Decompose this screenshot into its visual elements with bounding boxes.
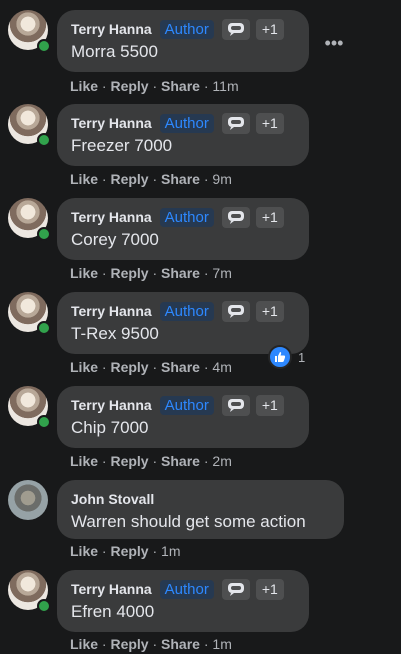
comment-actions: Like · Reply · Share · 2m: [70, 453, 232, 469]
comment-bubble: Terry Hanna Author +1 Efren 4000: [57, 570, 309, 632]
reply-button[interactable]: Reply: [110, 78, 148, 94]
like-button[interactable]: Like: [70, 543, 98, 559]
comment-actions: Like · Reply · Share · 7m: [70, 265, 232, 281]
reaction-summary[interactable]: 1: [268, 345, 305, 369]
commenter-name[interactable]: Terry Hanna: [71, 303, 152, 319]
comment-badge-icon: [221, 18, 250, 40]
share-button[interactable]: Share: [161, 359, 200, 375]
commenter-name[interactable]: Terry Hanna: [71, 21, 152, 37]
like-button[interactable]: Like: [70, 636, 98, 652]
avatar[interactable]: [8, 198, 51, 241]
share-button[interactable]: Share: [161, 171, 200, 187]
like-button[interactable]: Like: [70, 171, 98, 187]
badge-count: +1: [255, 206, 284, 228]
avatar[interactable]: [8, 386, 51, 429]
online-status-dot: [37, 227, 51, 241]
avatar[interactable]: [8, 570, 51, 613]
comment-text: Warren should get some action: [71, 512, 306, 531]
commenter-name[interactable]: Terry Hanna: [71, 209, 152, 225]
reply-button[interactable]: Reply: [110, 265, 148, 281]
badge-count: +1: [255, 18, 284, 40]
author-badge: Author: [159, 301, 214, 321]
commenter-name[interactable]: Terry Hanna: [71, 115, 152, 131]
timestamp[interactable]: 1m: [212, 636, 231, 652]
commenter-name[interactable]: Terry Hanna: [71, 397, 152, 413]
comment-actions: Like · Reply · 1m: [70, 543, 181, 559]
timestamp[interactable]: 11m: [212, 78, 238, 94]
timestamp[interactable]: 2m: [212, 453, 231, 469]
comment-bubble: Terry Hanna Author +1 Morra 5500: [57, 10, 309, 72]
comment-bubble: Terry Hanna Author +1 Corey 7000: [57, 198, 309, 260]
timestamp[interactable]: 9m: [212, 171, 231, 187]
share-button[interactable]: Share: [161, 265, 200, 281]
share-button[interactable]: Share: [161, 453, 200, 469]
comment-actions: Like · Reply · Share · 4m: [70, 359, 232, 375]
online-status-dot: [37, 599, 51, 613]
share-button[interactable]: Share: [161, 78, 200, 94]
comment-badge-icon: [221, 394, 250, 416]
online-status-dot: [37, 415, 51, 429]
badge-count: +1: [255, 394, 284, 416]
badge-count: +1: [255, 300, 284, 322]
like-reaction-icon: [268, 345, 292, 369]
avatar[interactable]: [8, 292, 51, 335]
like-button[interactable]: Like: [70, 265, 98, 281]
timestamp[interactable]: 1m: [161, 543, 180, 559]
reply-button[interactable]: Reply: [110, 636, 148, 652]
comment-badge-icon: [221, 300, 250, 322]
share-button[interactable]: Share: [161, 636, 200, 652]
reply-button[interactable]: Reply: [110, 543, 148, 559]
reaction-count: 1: [298, 349, 306, 365]
comment-text: Chip 7000: [71, 418, 149, 437]
commenter-name[interactable]: Terry Hanna: [71, 581, 152, 597]
comment-text: T-Rex 9500: [71, 324, 159, 343]
comment-bubble: Terry Hanna Author +1 Chip 7000: [57, 386, 309, 448]
online-status-dot: [37, 321, 51, 335]
author-badge: Author: [159, 579, 214, 599]
more-options-icon[interactable]: •••: [323, 34, 345, 58]
comment-badge-icon: [221, 206, 250, 228]
avatar[interactable]: [8, 10, 51, 53]
comment-text: Morra 5500: [71, 42, 158, 61]
avatar[interactable]: [8, 480, 48, 520]
timestamp[interactable]: 7m: [212, 265, 231, 281]
reply-button[interactable]: Reply: [110, 453, 148, 469]
like-button[interactable]: Like: [70, 78, 98, 94]
comment-bubble: John Stovall Warren should get some acti…: [57, 480, 344, 539]
author-badge: Author: [159, 395, 214, 415]
online-status-dot: [37, 39, 51, 53]
comment-bubble: Terry Hanna Author +1 Freezer 7000: [57, 104, 309, 166]
commenter-name[interactable]: John Stovall: [71, 491, 154, 507]
author-badge: Author: [159, 113, 214, 133]
reply-button[interactable]: Reply: [110, 171, 148, 187]
comment-text: Efren 4000: [71, 602, 155, 621]
reply-button[interactable]: Reply: [110, 359, 148, 375]
badge-count: +1: [255, 578, 284, 600]
comment-actions: Like · Reply · Share · 11m: [70, 78, 239, 94]
timestamp[interactable]: 4m: [212, 359, 231, 375]
comment-badge-icon: [221, 112, 250, 134]
comment-actions: Like · Reply · Share · 9m: [70, 171, 232, 187]
like-button[interactable]: Like: [70, 359, 98, 375]
comment-text: Corey 7000: [71, 230, 159, 249]
comment-text: Freezer 7000: [71, 136, 173, 155]
comment-actions: Like · Reply · Share · 1m: [70, 636, 232, 652]
author-badge: Author: [159, 207, 214, 227]
like-button[interactable]: Like: [70, 453, 98, 469]
online-status-dot: [37, 133, 51, 147]
badge-count: +1: [255, 112, 284, 134]
avatar[interactable]: [8, 104, 51, 147]
author-badge: Author: [159, 19, 214, 39]
comment-badge-icon: [221, 578, 250, 600]
